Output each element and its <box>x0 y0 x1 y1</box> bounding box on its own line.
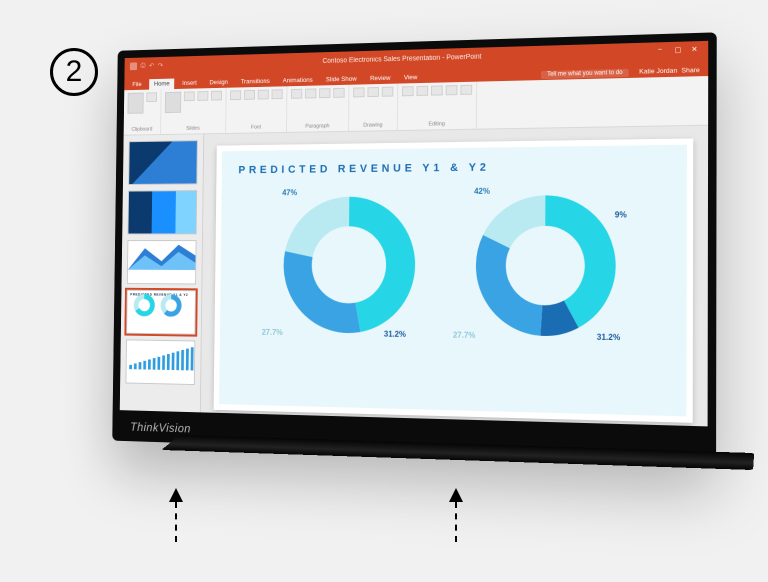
ribbon-button[interactable] <box>416 86 428 96</box>
slide-content: PREDICTED REVENUE Y1 & Y2 47%31.2%27.7%4… <box>219 145 687 417</box>
ribbon-button[interactable] <box>127 93 143 114</box>
ribbon-group-label: Drawing <box>363 122 382 128</box>
chart-value-label: 31.2% <box>597 332 620 342</box>
tab-file[interactable]: File <box>128 79 146 90</box>
ribbon-button[interactable] <box>431 85 443 95</box>
close-button[interactable]: ✕ <box>691 45 702 56</box>
share-button[interactable]: Share <box>681 67 699 75</box>
slide-title[interactable]: PREDICTED REVENUE Y1 & Y2 <box>238 159 668 176</box>
ribbon-button[interactable] <box>272 89 283 99</box>
chart-value-label: 42% <box>474 187 490 196</box>
ribbon-button[interactable] <box>184 91 195 101</box>
tab-review[interactable]: Review <box>365 73 395 85</box>
app-icon <box>130 62 137 70</box>
donut-chart[interactable]: 47%31.2%27.7% <box>268 180 431 350</box>
ribbon-group-label: Clipboard <box>131 127 152 133</box>
ribbon-button[interactable] <box>165 92 181 113</box>
ribbon-group-slides: Slides <box>161 88 227 134</box>
ribbon-group-label: Editing <box>428 121 444 127</box>
chart-value-label: 31.2% <box>384 329 406 338</box>
ribbon-button[interactable] <box>382 87 394 97</box>
ribbon-group-clipboard: Clipboard <box>124 89 162 134</box>
ribbon-button[interactable] <box>146 92 157 102</box>
ribbon-button[interactable] <box>291 89 302 99</box>
tab-insert[interactable]: Insert <box>178 78 202 89</box>
monitor-stage: ⎙ ↶ ↷ Contoso Electronics Sales Presenta… <box>50 40 730 540</box>
arrow-up-icon <box>169 488 183 502</box>
ribbon-button[interactable] <box>230 90 241 100</box>
ribbon-button[interactable] <box>244 90 255 100</box>
slide-thumbnail[interactable]: PREDICTED REVENUE Y1 & Y2 <box>126 290 196 335</box>
slide-thumbnail[interactable]: CONTENTS <box>128 190 198 234</box>
ribbon-button[interactable] <box>305 88 316 98</box>
ribbon-button[interactable] <box>333 88 344 98</box>
chart-value-label: 47% <box>282 188 297 197</box>
chart-value-label: 27.7% <box>453 330 475 339</box>
arrow-indicator-right <box>450 488 462 542</box>
ribbon-group-drawing: Drawing <box>349 84 398 131</box>
account-name: Katie Jordan <box>639 67 677 75</box>
donut-chart[interactable]: 42%9%31.2%27.7% <box>460 178 633 353</box>
ribbon-group-label: Font <box>251 125 261 131</box>
ribbon-group-label: Slides <box>186 126 200 132</box>
arrow-up-icon <box>449 488 463 502</box>
tab-home[interactable]: Home <box>150 79 175 90</box>
account-menu[interactable]: Katie Jordan Share <box>635 65 704 78</box>
slide-thumbnail[interactable] <box>127 240 197 284</box>
ribbon-button[interactable] <box>446 85 458 95</box>
ribbon-button[interactable] <box>319 88 330 98</box>
thumbnail-panel[interactable]: BUSINESS PLAN CONTENTS PREDICTED REVENUE Y… <box>120 134 204 412</box>
tab-view[interactable]: View <box>399 72 422 83</box>
slide-thumbnail[interactable]: BUSINESS PLAN <box>128 140 198 185</box>
slide-canvas-area: PREDICTED REVENUE Y1 & Y2 47%31.2%27.7%4… <box>201 126 708 427</box>
ribbon-group-editing: Editing <box>398 82 477 130</box>
chart-value-label: 9% <box>615 210 627 219</box>
arrow-indicator-left <box>170 488 182 542</box>
ribbon-button[interactable] <box>353 87 365 97</box>
ribbon-button[interactable] <box>460 85 472 95</box>
slide-thumbnail[interactable] <box>125 339 195 385</box>
ribbon-button[interactable] <box>402 86 414 96</box>
monitor-screen: ⎙ ↶ ↷ Contoso Electronics Sales Presenta… <box>120 41 708 427</box>
slide-canvas[interactable]: PREDICTED REVENUE Y1 & Y2 47%31.2%27.7%4… <box>214 138 694 423</box>
minimize-button[interactable]: − <box>658 46 668 57</box>
restore-button[interactable]: ▢ <box>675 46 686 57</box>
chart-value-label: 27.7% <box>262 328 283 337</box>
charts-row: 47% 31.2% 27.7% 42% 9% 31.2% 27.7% <box>236 178 668 354</box>
ribbon-button[interactable] <box>367 87 379 97</box>
ribbon-button[interactable] <box>258 90 269 100</box>
ribbon-button[interactable] <box>197 91 208 101</box>
monitor-brand-label: ThinkVision <box>130 420 191 435</box>
ribbon-group-label: Paragraph <box>305 123 329 129</box>
workspace: BUSINESS PLAN CONTENTS PREDICTED REVENUE Y… <box>120 126 708 427</box>
ribbon-button[interactable] <box>211 91 222 101</box>
qat-save-icon[interactable]: ⎙ <box>140 62 145 70</box>
ribbon-group-paragraph: Paragraph <box>287 85 349 132</box>
monitor-frame: ⎙ ↶ ↷ Contoso Electronics Sales Presenta… <box>112 32 717 460</box>
qat-undo-icon[interactable]: ↶ <box>149 62 154 70</box>
tell-me-search[interactable]: Tell me what you want to do <box>541 68 629 78</box>
tab-design[interactable]: Design <box>205 77 233 88</box>
ribbon-group-font: Font <box>226 86 287 133</box>
